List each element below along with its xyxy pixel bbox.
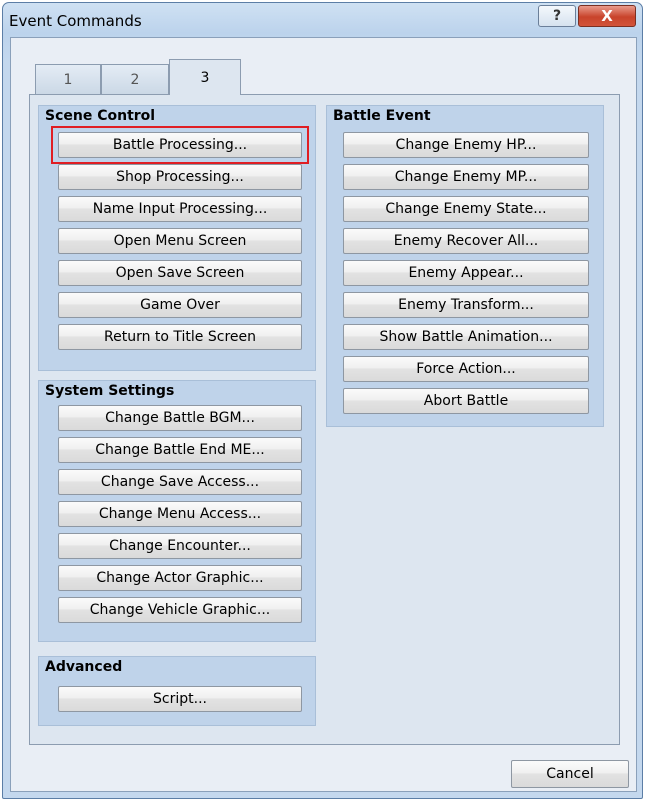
enemy-appear-button[interactable]: Enemy Appear... [343, 260, 589, 286]
change-battle-end-me-button[interactable]: Change Battle End ME... [58, 437, 302, 463]
script-button[interactable]: Script... [58, 686, 302, 712]
advanced-title: Advanced [45, 659, 123, 675]
change-enemy-state-button[interactable]: Change Enemy State... [343, 196, 589, 222]
change-enemy-hp-button[interactable]: Change Enemy HP... [343, 132, 589, 158]
window-title: Event Commands [9, 12, 142, 30]
change-actor-graphic-button[interactable]: Change Actor Graphic... [58, 565, 302, 591]
scene-control-group: Scene Control Battle Processing... Shop … [38, 105, 316, 371]
return-to-title-screen-button[interactable]: Return to Title Screen [58, 324, 302, 350]
battle-event-title: Battle Event [333, 108, 431, 124]
selection-highlight [51, 126, 309, 164]
system-settings-group: System Settings Change Battle BGM... Cha… [38, 380, 316, 642]
battle-event-group: Battle Event Change Enemy HP... Change E… [326, 105, 604, 427]
tab-1[interactable]: 1 [35, 64, 101, 94]
change-battle-bgm-button[interactable]: Change Battle BGM... [58, 405, 302, 431]
open-menu-screen-button[interactable]: Open Menu Screen [58, 228, 302, 254]
show-battle-animation-button[interactable]: Show Battle Animation... [343, 324, 589, 350]
tab-2[interactable]: 2 [101, 64, 169, 94]
help-button[interactable]: ? [538, 5, 576, 27]
change-enemy-mp-button[interactable]: Change Enemy MP... [343, 164, 589, 190]
tab-panel: Scene Control Battle Processing... Shop … [29, 94, 620, 745]
close-button[interactable]: X [578, 5, 636, 27]
enemy-transform-button[interactable]: Enemy Transform... [343, 292, 589, 318]
enemy-recover-all-button[interactable]: Enemy Recover All... [343, 228, 589, 254]
change-save-access-button[interactable]: Change Save Access... [58, 469, 302, 495]
tab-3[interactable]: 3 [169, 59, 241, 95]
dialog-body: 1 2 3 Scene Control Battle Processing...… [10, 37, 637, 792]
name-input-processing-button[interactable]: Name Input Processing... [58, 196, 302, 222]
game-over-button[interactable]: Game Over [58, 292, 302, 318]
system-settings-title: System Settings [45, 383, 175, 399]
cancel-button[interactable]: Cancel [511, 760, 629, 788]
change-menu-access-button[interactable]: Change Menu Access... [58, 501, 302, 527]
change-vehicle-graphic-button[interactable]: Change Vehicle Graphic... [58, 597, 302, 623]
abort-battle-button[interactable]: Abort Battle [343, 388, 589, 414]
open-save-screen-button[interactable]: Open Save Screen [58, 260, 302, 286]
advanced-group: Advanced Script... [38, 656, 316, 726]
change-encounter-button[interactable]: Change Encounter... [58, 533, 302, 559]
force-action-button[interactable]: Force Action... [343, 356, 589, 382]
shop-processing-button[interactable]: Shop Processing... [58, 164, 302, 190]
scene-control-title: Scene Control [45, 108, 156, 124]
title-bar: Event Commands ? X [3, 3, 642, 37]
event-commands-window: Event Commands ? X 1 2 3 Scene Control B… [2, 2, 643, 799]
